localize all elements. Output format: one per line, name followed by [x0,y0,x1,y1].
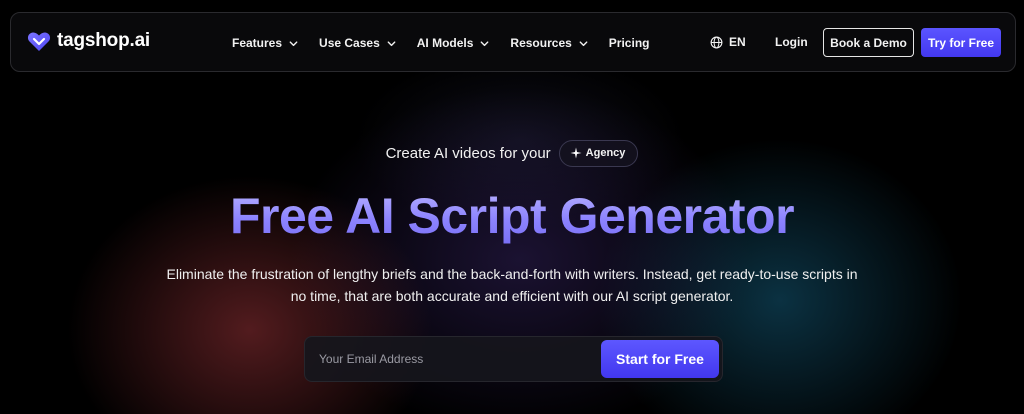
language-selector[interactable]: EN [710,35,746,49]
nav-item-label: Resources [510,36,572,50]
page-title: Free AI Script Generator [0,186,1024,246]
chip-label: Agency [585,147,626,159]
nav-item-features[interactable]: Features [232,36,299,50]
logo-text: tagshop.ai [57,30,151,51]
logo[interactable]: tagshop.ai [27,30,150,52]
nav-item-pricing[interactable]: Pricing [609,36,650,50]
chevron-down-icon [289,40,298,46]
description-line-1: Eliminate the frustration of lengthy bri… [166,266,858,282]
nav-item-label: Features [232,36,283,50]
headline-text: Free AI Script Generator [229,188,795,244]
hero-description: Eliminate the frustration of lengthy bri… [130,263,894,307]
nav-item-ai-models[interactable]: AI Models [417,36,491,50]
nav-item-label: Pricing [608,36,650,50]
email-field[interactable] [317,345,597,373]
tagline-text: Create AI videos for your [385,144,551,162]
nav-item-label: AI Models [416,36,474,50]
audience-chip: Agency [558,139,639,167]
book-demo-button[interactable]: Book a Demo [823,28,914,57]
chevron-down-icon [579,40,588,46]
chevron-down-icon [387,40,396,46]
globe-icon [710,36,723,48]
nav-item-label: Use Cases [319,36,380,50]
login-link[interactable]: Login [775,35,808,49]
start-for-free-button[interactable]: Start for Free [601,340,719,378]
heart-tag-icon [27,32,51,51]
nav-item-use-cases[interactable]: Use Cases [319,36,397,50]
top-navbar: tagshop.ai Features Use Cases AI Models … [10,12,1016,72]
try-for-free-button[interactable]: Try for Free [921,28,1001,57]
language-label: EN [729,35,746,49]
nav-links: Features Use Cases AI Models Resources P… [232,13,649,73]
description-line-2: no time, that are both accurate and effi… [290,288,734,304]
signup-form: Start for Free [304,336,723,382]
chevron-down-icon [481,40,489,46]
sparkle-icon [570,147,582,159]
nav-item-resources[interactable]: Resources [510,36,588,50]
tagline-row: Create AI videos for your Agency [0,139,1024,167]
